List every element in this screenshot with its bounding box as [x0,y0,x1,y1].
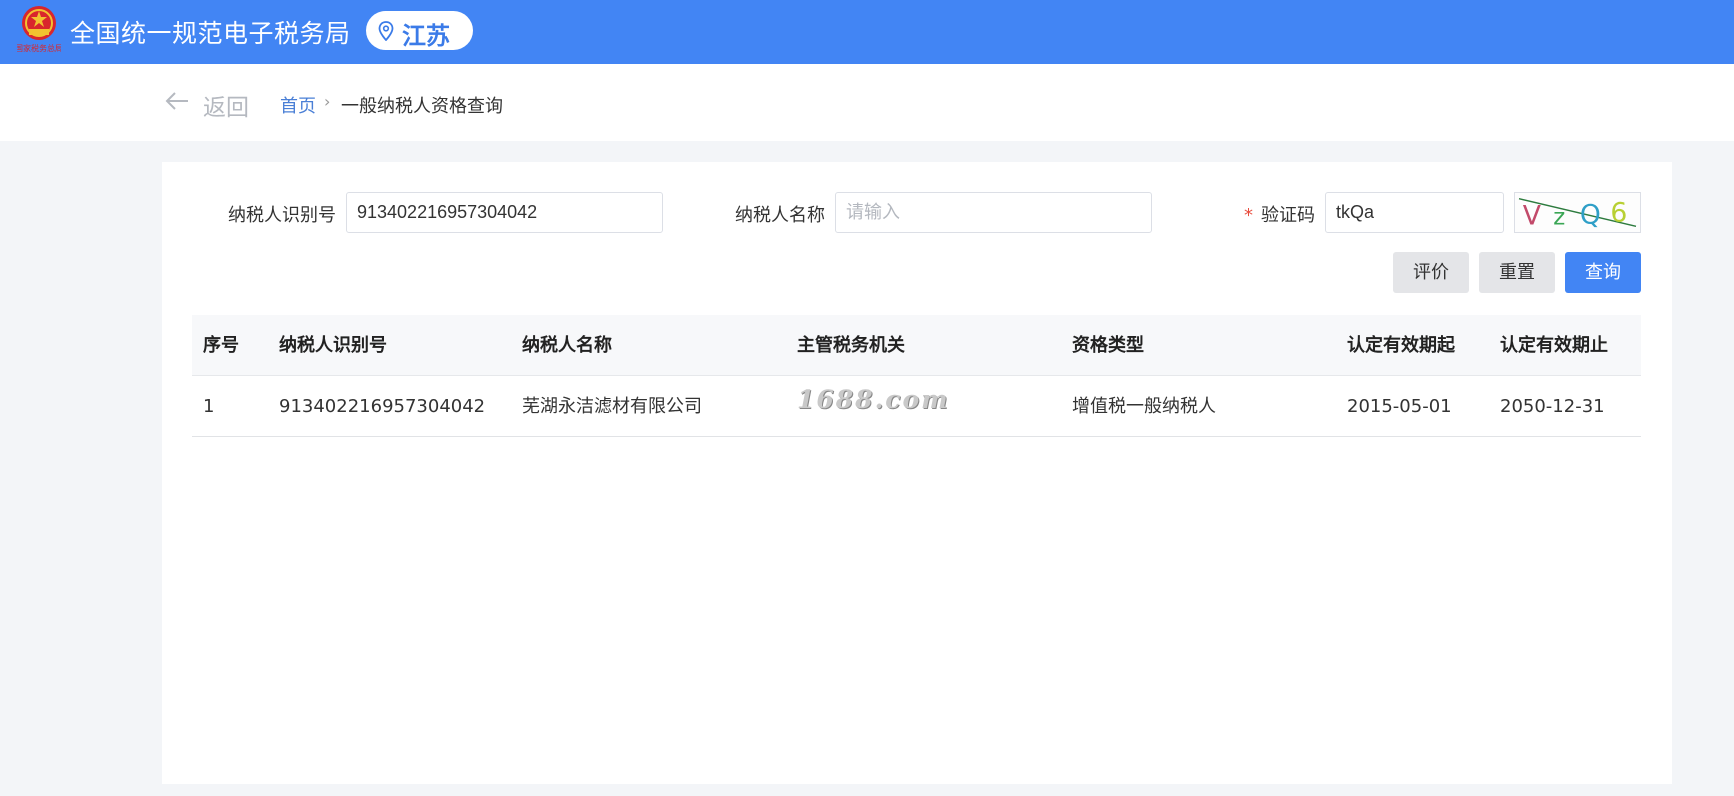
breadcrumb-separator: › [324,92,331,111]
column-header-taxpayer-id: 纳税人识别号 [279,335,387,356]
query-panel: 纳税人识别号 纳税人名称 * 验证码 V z Q 6 评价 重置 查询 序号 纳税… [162,162,1672,784]
cell-taxpayer-name: 芜湖永洁滤材有限公司 [522,396,702,417]
cell-qualification-type: 增值税一般纳税人 [1072,396,1216,417]
captcha-input[interactable] [1325,192,1504,233]
column-header-tax-authority: 主管税务机关 [797,335,905,356]
region-selector[interactable]: 江苏 [366,11,473,50]
evaluate-button[interactable]: 评价 [1393,252,1469,293]
captcha-char-4: 6 [1610,198,1627,229]
back-button[interactable]: 返回 [203,88,249,122]
column-header-index: 序号 [203,335,239,356]
query-button[interactable]: 查询 [1565,252,1641,293]
column-header-taxpayer-name: 纳税人名称 [522,335,612,356]
captcha-image[interactable]: V z Q 6 [1514,192,1641,233]
column-header-valid-to: 认定有效期止 [1500,335,1608,356]
captcha-char-3: Q [1580,199,1601,230]
taxpayer-id-label: 纳税人识别号 [228,205,336,226]
captcha-label: * 验证码 [1244,201,1315,227]
result-table: 序号 纳税人识别号 纳税人名称 主管税务机关 资格类型 认定有效期起 认定有效期… [192,315,1641,437]
column-header-valid-from: 认定有效期起 [1347,335,1455,356]
region-name: 江苏 [402,22,450,50]
column-header-qualification-type: 资格类型 [1072,335,1144,356]
cell-valid-to: 2050-12-31 [1500,396,1605,417]
location-pin-icon [378,21,394,41]
national-emblem-icon: 国家税务总局 [17,6,61,53]
captcha-char-1: V [1523,200,1541,231]
site-title: 全国统一规范电子税务局 [70,19,351,48]
cell-index: 1 [203,396,215,417]
sub-navigation: 返回 首页 › 一般纳税人资格查询 [0,64,1734,141]
captcha-char-2: z [1553,204,1565,230]
captcha-label-text: 验证码 [1261,205,1315,226]
taxpayer-name-label: 纳税人名称 [735,205,825,226]
back-arrow-icon[interactable] [164,90,190,112]
top-header: 国家税务总局 全国统一规范电子税务局 江苏 [0,0,1734,64]
breadcrumb-home-link[interactable]: 首页 [280,92,316,118]
taxpayer-id-input[interactable] [346,192,663,233]
emblem-caption: 国家税务总局 [17,43,61,53]
taxpayer-name-input[interactable] [835,192,1152,233]
reset-button[interactable]: 重置 [1479,252,1555,293]
cell-taxpayer-id: 913402216957304042 [279,396,486,417]
cell-valid-from: 2015-05-01 [1347,396,1452,417]
table-header-row: 序号 纳税人识别号 纳税人名称 主管税务机关 资格类型 认定有效期起 认定有效期… [192,315,1641,376]
watermark: 1688.com [797,385,950,414]
required-mark: * [1244,205,1253,226]
breadcrumb-current: 一般纳税人资格查询 [341,96,503,117]
